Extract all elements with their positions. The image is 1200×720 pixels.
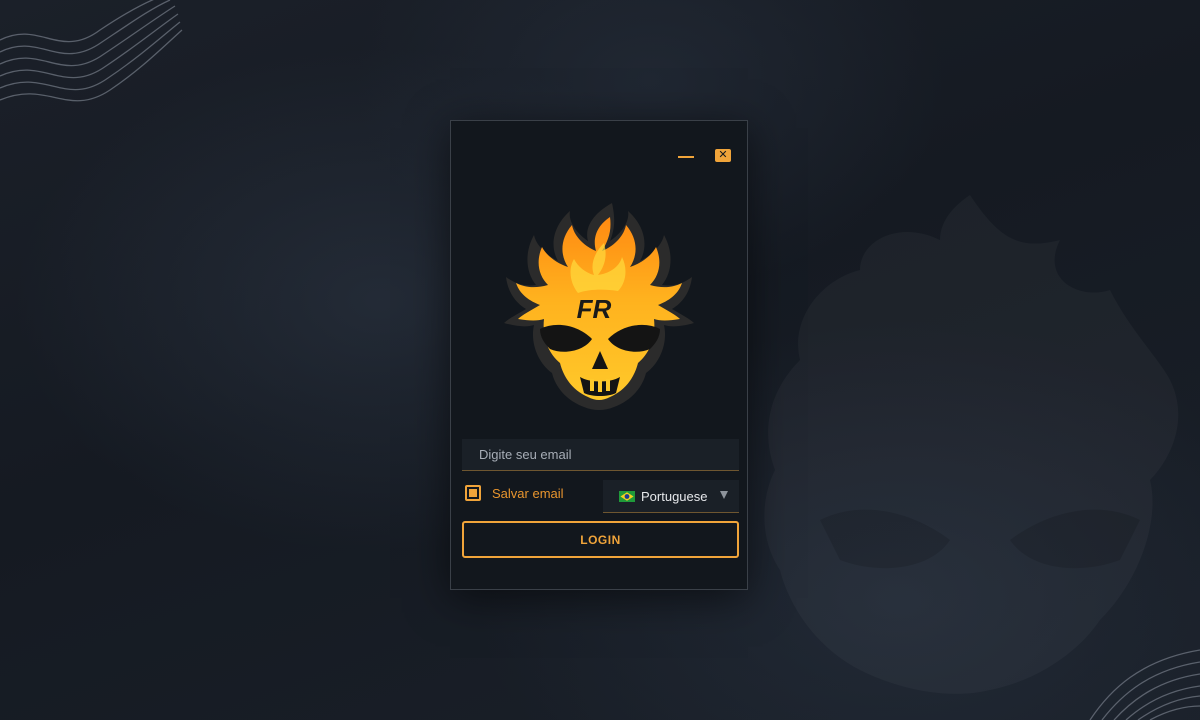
checkbox-check-mark <box>469 489 477 497</box>
close-icon: ✕ <box>718 149 728 161</box>
minimize-button[interactable] <box>678 149 694 163</box>
flaming-skull-logo: FR <box>504 203 694 410</box>
language-selected-label: Portuguese <box>641 488 708 504</box>
close-button[interactable]: ✕ <box>715 149 731 162</box>
wave-lines-top-left <box>0 0 183 102</box>
wave-lines-bottom-right <box>1089 649 1200 720</box>
checkbox-box[interactable] <box>465 485 481 501</box>
login-button[interactable]: LOGIN <box>462 521 739 558</box>
remember-email-label: Salvar email <box>492 485 564 501</box>
brazil-flag-icon <box>619 490 635 502</box>
remember-email-checkbox[interactable]: Salvar email <box>465 485 564 501</box>
login-window: ✕ FR Salvar email <box>450 120 748 590</box>
minimize-icon <box>678 155 694 158</box>
logo-text: FR <box>577 294 612 324</box>
language-select[interactable]: Portuguese <box>603 480 739 513</box>
email-input[interactable] <box>462 439 739 471</box>
watermark-skull <box>764 195 1178 694</box>
chevron-down-icon <box>720 491 728 499</box>
